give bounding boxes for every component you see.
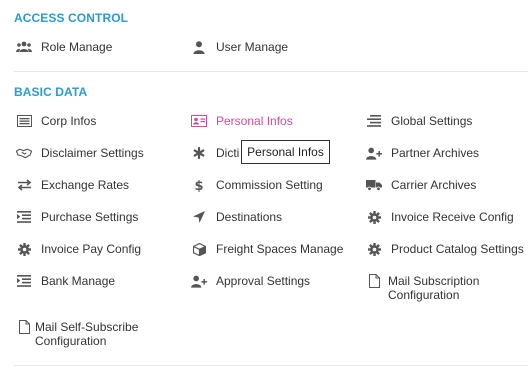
tooltip: Personal Infos xyxy=(241,140,330,164)
menu-item-label: Partner Archives xyxy=(391,146,480,160)
menu-item-purchase-settings[interactable]: Purchase Settings xyxy=(16,210,138,224)
menu-item-label: Destinations xyxy=(216,210,283,224)
user-plus-icon xyxy=(366,146,382,160)
handshake-icon xyxy=(16,146,32,160)
indent-icon xyxy=(16,210,32,224)
menu-item-label: Bank Manage xyxy=(41,274,116,288)
menu-item-personal-infos[interactable]: Personal Infos xyxy=(191,114,293,128)
menu-item-label: Carrier Archives xyxy=(391,178,477,192)
menu-item-corp-infos[interactable]: Corp Infos xyxy=(16,114,96,128)
menu-item-label: Disclaimer Settings xyxy=(41,146,144,160)
menu-item-exchange-rates[interactable]: Exchange Rates xyxy=(16,178,129,192)
exchange-icon xyxy=(16,178,32,192)
section-divider xyxy=(14,71,528,72)
menu-item-label: Invoice Pay Config xyxy=(41,242,142,256)
menu-item-label: Mail Subscription Configuration xyxy=(388,274,480,302)
user-plus-icon xyxy=(191,274,207,288)
location-arrow-icon xyxy=(191,210,207,224)
menu-item-bank-manage[interactable]: Bank Manage xyxy=(16,274,115,288)
gear-icon xyxy=(366,242,382,256)
section-divider xyxy=(14,365,528,366)
gear-icon xyxy=(366,210,382,224)
align-icon xyxy=(366,114,382,128)
menu-item-mail-self-subscribe-configuration[interactable]: Mail Self-Subscribe Configuration xyxy=(16,320,175,348)
truck-icon xyxy=(366,178,382,192)
section-title-access-control: ACCESS CONTROL xyxy=(14,11,129,25)
menu-item-carrier-archives[interactable]: Carrier Archives xyxy=(366,178,476,192)
menu-item-label: Approval Settings xyxy=(216,274,311,288)
file-icon xyxy=(16,320,32,334)
menu-item-label: Global Settings xyxy=(391,114,473,128)
menu-item-invoice-receive-config[interactable]: Invoice Receive Config xyxy=(366,210,514,224)
menu-item-label: Role Manage xyxy=(41,40,113,54)
file-icon xyxy=(366,274,382,288)
menu-item-user-manage[interactable]: User Manage xyxy=(191,40,288,54)
menu-item-label: Invoice Receive Config xyxy=(391,210,514,224)
menu-item-freight-spaces-manage[interactable]: Freight Spaces Manage xyxy=(191,242,343,256)
svg-text:$: $ xyxy=(194,179,203,192)
menu-item-label: Freight Spaces Manage xyxy=(216,242,344,256)
menu-item-disclaimer-settings[interactable]: Disclaimer Settings xyxy=(16,146,144,160)
dollar-icon: $ xyxy=(191,178,207,192)
section-title-basic-data: BASIC DATA xyxy=(14,85,88,99)
menu-item-invoice-pay-config[interactable]: Invoice Pay Config xyxy=(16,242,141,256)
menu-item-destinations[interactable]: Destinations xyxy=(191,210,282,224)
list-icon xyxy=(16,114,32,128)
menu-item-label: User Manage xyxy=(216,40,289,54)
menu-item-label: Corp Infos xyxy=(41,114,97,128)
indent-icon xyxy=(16,274,32,288)
menu-item-role-manage[interactable]: Role Manage xyxy=(16,40,112,54)
users-icon xyxy=(16,40,32,54)
menu-item-label: Mail Self-Subscribe Configuration xyxy=(35,320,139,348)
gear-icon xyxy=(16,242,32,256)
menu-item-label: Personal Infos xyxy=(216,114,293,128)
id-card-icon xyxy=(191,114,207,128)
menu-item-global-settings[interactable]: Global Settings xyxy=(366,114,472,128)
cube-icon xyxy=(191,242,207,256)
menu-item-label: Commission Setting xyxy=(216,178,323,192)
menu-item-label: Dicti xyxy=(216,146,240,160)
menu-item-product-catalog-settings[interactable]: Product Catalog Settings xyxy=(366,242,524,256)
menu-item-dictionary[interactable]: Dicti xyxy=(191,146,239,160)
menu-item-label: Exchange Rates xyxy=(41,178,130,192)
menu-item-label: Product Catalog Settings xyxy=(391,242,524,256)
menu-item-label: Purchase Settings xyxy=(41,210,139,224)
user-icon xyxy=(191,40,207,54)
menu-item-partner-archives[interactable]: Partner Archives xyxy=(366,146,479,160)
menu-item-mail-subscription-configuration[interactable]: Mail Subscription Configuration xyxy=(366,274,528,302)
menu-item-approval-settings[interactable]: Approval Settings xyxy=(191,274,310,288)
menu-item-commission-setting[interactable]: $ Commission Setting xyxy=(191,178,323,192)
asterisk-icon xyxy=(191,146,207,160)
